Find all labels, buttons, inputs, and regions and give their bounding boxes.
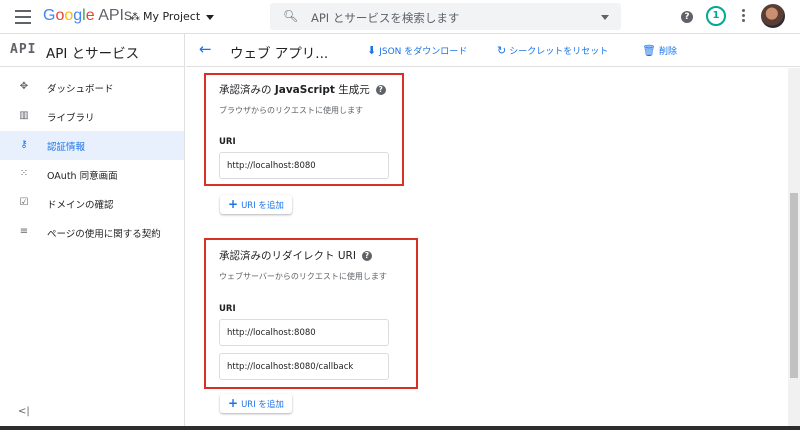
js-origins-title: 承認済みの JavaScript 生成元? bbox=[219, 82, 386, 97]
google-apis-logo[interactable]: Google APIs bbox=[43, 7, 132, 25]
key-icon: ⚷ bbox=[20, 139, 28, 150]
logo-google-text: Google bbox=[43, 7, 95, 24]
sidebar: API API とサービス ✥ ダッシュボード ▥ ライブラリ ⚷ 認証情報 ⁙… bbox=[0, 34, 185, 430]
title-text: 承認済みの bbox=[219, 84, 275, 96]
scrollbar-thumb[interactable] bbox=[790, 193, 798, 378]
redirect-uris-description: ウェブサーバーからのリクエストに使用します bbox=[219, 272, 387, 281]
redirect-uri-field[interactable]: http://localhost:8080/callback bbox=[219, 353, 389, 380]
reset-secret-button[interactable]: ↻ シークレットをリセット bbox=[497, 44, 608, 57]
api-icon: API bbox=[10, 42, 37, 57]
download-json-button[interactable]: ⬇ JSON をダウンロード bbox=[367, 44, 467, 57]
project-selector[interactable]: ⁂ My Project bbox=[130, 10, 215, 23]
logo-apis-text: APIs bbox=[94, 7, 132, 24]
plus-icon: + bbox=[228, 197, 239, 211]
logo-letter: e bbox=[85, 7, 95, 24]
logo-letter: G bbox=[43, 7, 56, 24]
consent-screen-icon: ⁙ bbox=[19, 168, 29, 179]
search-expand-icon[interactable] bbox=[601, 15, 609, 20]
redirect-uri-field[interactable]: http://localhost:8080 bbox=[219, 319, 389, 346]
sidebar-item-dashboard[interactable]: ✥ ダッシュボード bbox=[0, 73, 184, 102]
sidebar-header: API API とサービス bbox=[0, 34, 184, 67]
back-arrow-icon[interactable]: ← bbox=[199, 40, 212, 58]
add-redirect-uri-button[interactable]: + URI を追加 bbox=[220, 394, 292, 413]
checkbox-icon: ☑ bbox=[19, 197, 29, 208]
sidebar-item-label: OAuth 同意画面 bbox=[47, 171, 118, 182]
sidebar-item-library[interactable]: ▥ ライブラリ bbox=[0, 102, 184, 131]
sidebar-item-label: 認証情報 bbox=[47, 142, 86, 153]
sidebar-item-label: ドメインの確認 bbox=[47, 200, 114, 211]
sidebar-item-label: ページの使用に関する契約 bbox=[47, 229, 161, 240]
add-uri-label: URI を追加 bbox=[241, 201, 284, 211]
sidebar-item-domain-verification[interactable]: ☑ ドメインの確認 bbox=[0, 189, 184, 218]
uri-label: URI bbox=[219, 304, 236, 314]
search-icon: 🔍︎ bbox=[283, 9, 299, 23]
sidebar-item-page-usage-agreements[interactable]: ≡ ページの使用に関する契約 bbox=[0, 218, 184, 247]
settings-list-icon: ≡ bbox=[19, 226, 29, 237]
sidebar-item-oauth-consent[interactable]: ⁙ OAuth 同意画面 bbox=[0, 160, 184, 189]
delete-label: 削除 bbox=[658, 47, 677, 57]
sidebar-title: API とサービス bbox=[46, 46, 140, 62]
page-title: ウェブ アプリ... bbox=[230, 46, 329, 62]
js-origins-description: ブラウザからのリクエストに使用します bbox=[219, 106, 363, 115]
chevron-down-icon bbox=[206, 14, 215, 20]
help-icon[interactable]: ? bbox=[681, 11, 693, 23]
redirect-uris-section: 承認済みのリダイレクト URI? ウェブサーバーからのリクエストに使用します bbox=[219, 248, 387, 282]
help-icon[interactable]: ? bbox=[375, 85, 386, 95]
sidebar-item-label: ダッシュボード bbox=[47, 84, 114, 95]
page-header: ← ウェブ アプリ... ⬇ JSON をダウンロード ↻ シークレットをリセット … bbox=[186, 34, 800, 67]
avatar[interactable] bbox=[761, 4, 785, 28]
dashboard-icon: ✥ bbox=[19, 81, 29, 92]
js-origins-section: 承認済みの JavaScript 生成元? ブラウザからのリクエストに使用します bbox=[219, 82, 386, 116]
library-icon: ▥ bbox=[19, 110, 29, 121]
top-app-bar: Google APIs ⁂ My Project 🔍︎ API とサービスを検索し… bbox=[0, 0, 800, 34]
add-uri-label: URI を追加 bbox=[241, 400, 284, 410]
refresh-icon: ↻ bbox=[497, 44, 507, 57]
sidebar-item-credentials[interactable]: ⚷ 認証情報 bbox=[0, 131, 184, 160]
main-content: 承認済みの JavaScript 生成元? ブラウザからのリクエストに使用します… bbox=[186, 68, 788, 426]
title-text: 承認済みのリダイレクト URI bbox=[219, 250, 356, 262]
search-bar[interactable]: 🔍︎ API とサービスを検索します bbox=[270, 3, 621, 30]
uri-label: URI bbox=[219, 137, 236, 147]
download-icon: ⬇ bbox=[367, 44, 377, 57]
title-text: 生成元 bbox=[334, 84, 370, 96]
help-icon[interactable]: ? bbox=[361, 251, 372, 261]
add-js-origin-uri-button[interactable]: + URI を追加 bbox=[220, 195, 292, 214]
title-bold-text: JavaScript bbox=[274, 84, 335, 96]
redirect-uris-title: 承認済みのリダイレクト URI? bbox=[219, 248, 387, 263]
download-json-label: JSON をダウンロード bbox=[379, 47, 468, 57]
logo-letter: o bbox=[64, 7, 74, 24]
notifications-badge[interactable]: 1 bbox=[706, 6, 726, 26]
hamburger-menu-icon[interactable] bbox=[15, 10, 31, 24]
sidebar-item-label: ライブラリ bbox=[47, 113, 95, 124]
trash-icon: 🗑︎ bbox=[642, 44, 656, 57]
search-placeholder: API とサービスを検索します bbox=[311, 11, 460, 25]
logo-letter: g bbox=[73, 7, 83, 24]
vertical-scrollbar[interactable] bbox=[788, 68, 800, 426]
js-origin-uri-field[interactable]: http://localhost:8080 bbox=[219, 152, 389, 179]
collapse-sidebar-icon[interactable]: <| bbox=[18, 406, 30, 417]
delete-button[interactable]: 🗑︎ 削除 bbox=[642, 44, 677, 57]
project-icon: ⁂ bbox=[130, 12, 140, 23]
project-name: My Project bbox=[143, 10, 201, 23]
taskbar-edge bbox=[0, 426, 800, 430]
reset-secret-label: シークレットをリセット bbox=[509, 47, 609, 57]
more-vert-icon[interactable] bbox=[742, 9, 746, 23]
plus-icon: + bbox=[228, 396, 239, 410]
